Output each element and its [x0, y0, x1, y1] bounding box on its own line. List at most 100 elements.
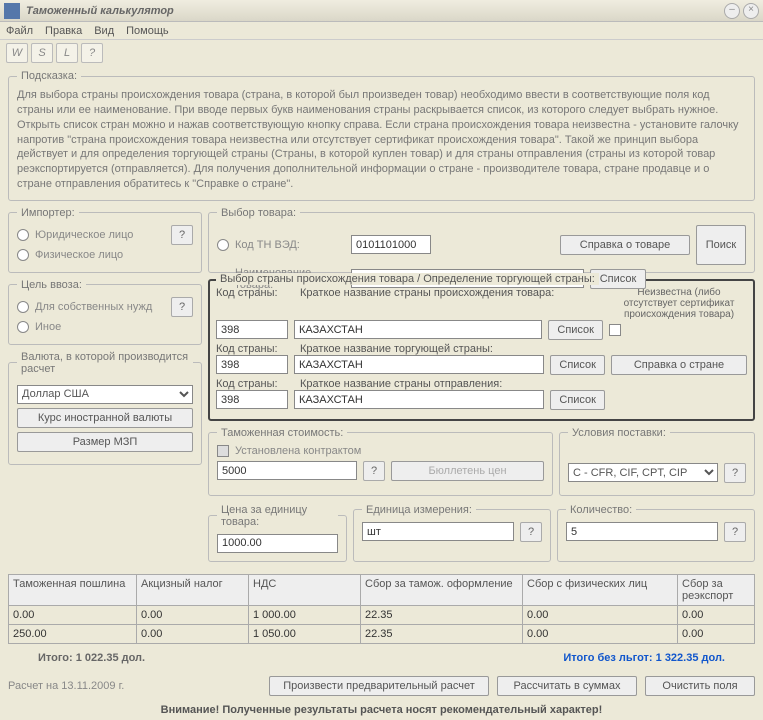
- origin-code-input[interactable]: [216, 320, 288, 339]
- hint-text: Для выбора страны происхождения товара (…: [17, 88, 746, 192]
- contract-label: Установлена контрактом: [235, 445, 361, 457]
- cell: 250.00: [9, 625, 137, 643]
- importer-legend: Импортер:: [17, 207, 79, 219]
- goods-info-button[interactable]: Справка о товаре: [560, 235, 690, 255]
- qty-help-button[interactable]: ?: [724, 522, 746, 542]
- importer-group: Импортер: Юридическое лицо ? Физическое …: [8, 207, 202, 273]
- results-row-1: 0.00 0.00 1 000.00 22.35 0.00 0.00: [8, 606, 755, 625]
- qty-group: Количество: ?: [557, 504, 755, 562]
- menu-file[interactable]: Файл: [6, 25, 33, 37]
- close-button[interactable]: ×: [743, 3, 759, 19]
- goods-group: Выбор товара: Код ТН ВЭД: Справка о това…: [208, 207, 755, 273]
- origin-list-button[interactable]: Список: [548, 320, 603, 340]
- unit-price-legend: Цена за единицу товара:: [217, 504, 338, 528]
- dispatch-name-header: Краткое название страны отправления:: [300, 378, 502, 390]
- total-with-benefits: Итого: 1 022.35 дол.: [38, 652, 145, 664]
- unit-price-group: Цена за единицу товара:: [208, 504, 347, 562]
- cell: 0.00: [137, 625, 249, 643]
- qty-legend: Количество:: [566, 504, 636, 516]
- calc-date: Расчет на 13.11.2009 г.: [8, 680, 124, 692]
- col-reexport: Сбор за реэкспорт: [678, 575, 754, 605]
- currency-legend: Валюта, в которой производится расчет: [17, 351, 193, 375]
- customs-value-help-button[interactable]: ?: [363, 461, 385, 481]
- col-excise: Акцизный налог: [137, 575, 249, 605]
- dispatch-list-button[interactable]: Список: [550, 390, 605, 410]
- hint-legend: Подсказка:: [17, 70, 81, 82]
- menubar: Файл Правка Вид Помощь: [0, 22, 763, 40]
- minimize-button[interactable]: –: [724, 3, 740, 19]
- goods-code-input[interactable]: [351, 235, 431, 254]
- qty-input[interactable]: [566, 522, 718, 541]
- unit-help-button[interactable]: ?: [520, 522, 542, 542]
- toolbar-help-button[interactable]: ?: [81, 43, 103, 63]
- purpose-other-radio[interactable]: [17, 321, 29, 333]
- trade-name-input[interactable]: [294, 355, 544, 374]
- col-vat: НДС: [249, 575, 361, 605]
- customs-value-legend: Таможенная стоимость:: [217, 427, 347, 439]
- warning-text: Внимание! Полученные результаты расчета …: [0, 700, 763, 720]
- unit-legend: Единица измерения:: [362, 504, 476, 516]
- bottom-bar: Расчет на 13.11.2009 г. Произвести предв…: [0, 672, 763, 700]
- unit-input[interactable]: [362, 522, 514, 541]
- cell: 1 050.00: [249, 625, 361, 643]
- results-row-2: 250.00 0.00 1 050.00 22.35 0.00 0.00: [8, 625, 755, 644]
- calculate-sum-button[interactable]: Рассчитать в суммах: [497, 676, 637, 696]
- calculate-button[interactable]: Произвести предварительный расчет: [269, 676, 489, 696]
- cell: 1 000.00: [249, 606, 361, 624]
- delivery-select[interactable]: C - CFR, CIF, CPT, CIP: [568, 463, 718, 482]
- delivery-help-button[interactable]: ?: [724, 463, 746, 483]
- purpose-help-button[interactable]: ?: [171, 297, 193, 317]
- app-icon: [4, 3, 20, 19]
- unit-group: Единица измерения: ?: [353, 504, 551, 562]
- col-individual: Сбор с физических лиц: [523, 575, 678, 605]
- unit-price-input[interactable]: [217, 534, 338, 553]
- trade-list-button[interactable]: Список: [550, 355, 605, 375]
- titlebar: Таможенный калькулятор – ×: [0, 0, 763, 22]
- importer-legal-radio[interactable]: [17, 229, 29, 241]
- toolbar-s-button[interactable]: S: [31, 43, 53, 63]
- country-legend: Выбор страны происхождения товара / Опре…: [216, 273, 599, 285]
- cell: 0.00: [9, 606, 137, 624]
- total-without-benefits: Итого без льгот: 1 322.35 дол.: [563, 652, 725, 664]
- hint-group: Подсказка: Для выбора страны происхожден…: [8, 70, 755, 201]
- menu-help[interactable]: Помощь: [126, 25, 169, 37]
- exchange-rate-button[interactable]: Курс иностранной валюты: [17, 408, 193, 428]
- customs-value-input[interactable]: [217, 461, 357, 480]
- purpose-own-radio[interactable]: [17, 301, 29, 313]
- menu-edit[interactable]: Правка: [45, 25, 82, 37]
- importer-help-button[interactable]: ?: [171, 225, 193, 245]
- country-info-button[interactable]: Справка о стране: [611, 355, 747, 375]
- importer-legal-label: Юридическое лицо: [35, 229, 133, 241]
- dispatch-code-header: Код страны:: [216, 378, 294, 390]
- goods-search-button[interactable]: Поиск: [696, 225, 746, 265]
- currency-group: Валюта, в которой производится расчет До…: [8, 351, 202, 465]
- delivery-group: Условия поставки: C - CFR, CIF, CPT, CIP…: [559, 427, 755, 496]
- goods-code-radio[interactable]: [217, 239, 229, 251]
- results-header: Таможенная пошлина Акцизный налог НДС Сб…: [8, 574, 755, 606]
- origin-name-input[interactable]: [294, 320, 542, 339]
- toolbar-w-button[interactable]: W: [6, 43, 28, 63]
- purpose-other-label: Иное: [35, 321, 61, 333]
- contract-checkbox[interactable]: [217, 445, 229, 457]
- cell: 22.35: [361, 606, 523, 624]
- cell: 22.35: [361, 625, 523, 643]
- currency-select[interactable]: Доллар США: [17, 385, 193, 404]
- mzp-button[interactable]: Размер МЗП: [17, 432, 193, 452]
- col-duty: Таможенная пошлина: [9, 575, 137, 605]
- purpose-own-label: Для собственных нужд: [35, 301, 152, 313]
- importer-physical-label: Физическое лицо: [35, 249, 123, 261]
- country-unknown-checkbox[interactable]: [609, 324, 621, 336]
- menu-view[interactable]: Вид: [94, 25, 114, 37]
- dispatch-name-input[interactable]: [294, 390, 544, 409]
- window-title: Таможенный калькулятор: [24, 5, 721, 17]
- trade-code-input[interactable]: [216, 355, 288, 374]
- delivery-legend: Условия поставки:: [568, 427, 670, 439]
- col-clearance: Сбор за тамож. оформление: [361, 575, 523, 605]
- dispatch-code-input[interactable]: [216, 390, 288, 409]
- toolbar: W S L ?: [0, 40, 763, 66]
- country-group: Выбор страны происхождения товара / Опре…: [208, 279, 755, 421]
- clear-button[interactable]: Очистить поля: [645, 676, 755, 696]
- importer-physical-radio[interactable]: [17, 249, 29, 261]
- toolbar-l-button[interactable]: L: [56, 43, 78, 63]
- purpose-legend: Цель ввоза:: [17, 279, 86, 291]
